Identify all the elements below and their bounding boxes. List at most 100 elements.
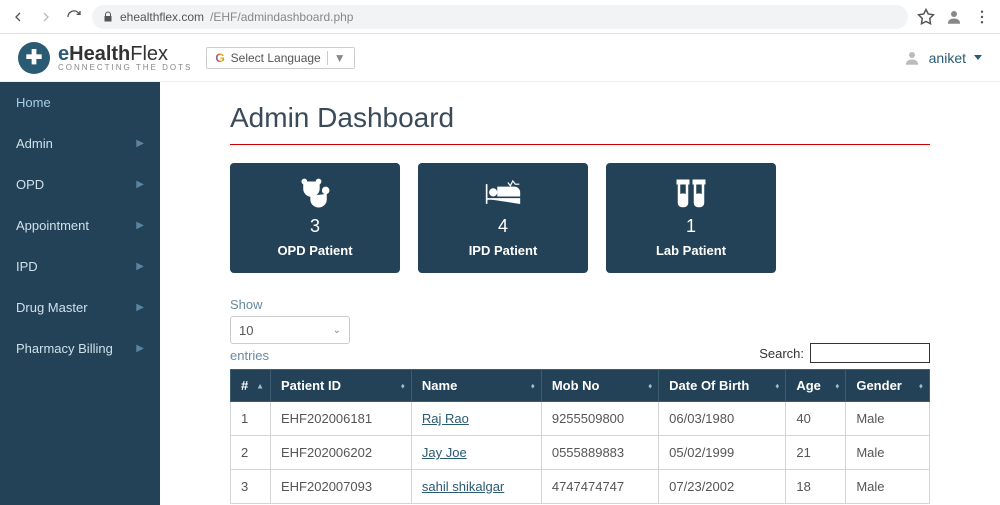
show-label: Show bbox=[230, 297, 350, 312]
sidebar-item-label: Pharmacy Billing bbox=[16, 341, 113, 356]
chevron-right-icon: ▶ bbox=[136, 302, 144, 313]
patient-link[interactable]: Jay Joe bbox=[422, 445, 467, 460]
page-title: Admin Dashboard bbox=[230, 102, 930, 134]
cell-mob: 0555889883 bbox=[541, 436, 658, 470]
col-mob[interactable]: Mob No♦ bbox=[541, 370, 658, 402]
cell-dob: 05/02/1999 bbox=[659, 436, 786, 470]
col-num[interactable]: #▲ bbox=[231, 370, 271, 402]
col-gender[interactable]: Gender♦ bbox=[846, 370, 930, 402]
brand-tagline: CONNECTING THE DOTS bbox=[58, 64, 192, 72]
sidebar-item-label: Appointment bbox=[16, 218, 89, 233]
card-count: 3 bbox=[310, 216, 320, 237]
app-header: ✚ eHealthFlex CONNECTING THE DOTS G Sele… bbox=[0, 34, 1000, 82]
sidebar-item-label: OPD bbox=[16, 177, 44, 192]
page-length-value: 10 bbox=[239, 323, 253, 338]
cell-dob: 06/03/1980 bbox=[659, 402, 786, 436]
cell-dob: 07/23/2002 bbox=[659, 470, 786, 504]
card-opd-patient[interactable]: 3 OPD Patient bbox=[230, 163, 400, 273]
cell-patient-id: EHF202006181 bbox=[271, 402, 412, 436]
stethoscope-icon bbox=[297, 178, 333, 210]
chevron-right-icon: ▶ bbox=[136, 179, 144, 190]
logo-mark-icon: ✚ bbox=[18, 42, 50, 74]
url-host: ehealthflex.com bbox=[120, 10, 204, 24]
search-input[interactable] bbox=[810, 343, 930, 363]
sidebar-item-pharmacy-billing[interactable]: Pharmacy Billing ▶ bbox=[0, 328, 160, 369]
back-button[interactable] bbox=[8, 7, 28, 27]
card-count: 4 bbox=[498, 216, 508, 237]
logo[interactable]: ✚ eHealthFlex CONNECTING THE DOTS bbox=[18, 42, 192, 74]
col-name[interactable]: Name♦ bbox=[411, 370, 541, 402]
cell-age: 18 bbox=[786, 470, 846, 504]
sidebar-item-home[interactable]: Home bbox=[0, 82, 160, 123]
col-dob[interactable]: Date Of Birth♦ bbox=[659, 370, 786, 402]
page-length-select[interactable]: 10 ⌄ bbox=[230, 316, 350, 344]
cell-name: sahil shikalgar bbox=[411, 470, 541, 504]
table-row: 2EHF202006202Jay Joe055588988305/02/1999… bbox=[231, 436, 930, 470]
cell-gender: Male bbox=[846, 402, 930, 436]
cell-gender: Male bbox=[846, 436, 930, 470]
search-label: Search: bbox=[759, 346, 804, 361]
cell-mob: 9255509800 bbox=[541, 402, 658, 436]
col-age[interactable]: Age♦ bbox=[786, 370, 846, 402]
stat-cards: 3 OPD Patient 4 IPD Patient 1 Lab Patien… bbox=[230, 163, 930, 273]
chevron-right-icon: ▶ bbox=[136, 138, 144, 149]
sidebar-item-opd[interactable]: OPD ▶ bbox=[0, 164, 160, 205]
chevron-right-icon: ▶ bbox=[136, 343, 144, 354]
sidebar: Home Admin ▶ OPD ▶ Appointment ▶ IPD ▶ D… bbox=[0, 82, 160, 505]
google-g-icon: G bbox=[215, 51, 224, 65]
language-label: Select Language bbox=[231, 51, 321, 65]
brand-text: eHealthFlex bbox=[58, 44, 192, 64]
main-content: Admin Dashboard 3 OPD Patient 4 IPD Pati… bbox=[160, 82, 1000, 505]
card-label: Lab Patient bbox=[656, 243, 726, 258]
sort-icon: ▲ bbox=[256, 381, 264, 390]
patient-link[interactable]: sahil shikalgar bbox=[422, 479, 504, 494]
table-controls: Show 10 ⌄ entries Search: bbox=[230, 297, 930, 363]
user-name: aniket bbox=[929, 50, 966, 66]
sort-icon: ♦ bbox=[648, 381, 652, 390]
chevron-right-icon: ▶ bbox=[136, 220, 144, 231]
cell-num: 1 bbox=[231, 402, 271, 436]
entries-label: entries bbox=[230, 348, 350, 363]
cell-age: 21 bbox=[786, 436, 846, 470]
avatar-icon bbox=[903, 49, 921, 67]
sidebar-item-admin[interactable]: Admin ▶ bbox=[0, 123, 160, 164]
card-lab-patient[interactable]: 1 Lab Patient bbox=[606, 163, 776, 273]
cell-gender: Male bbox=[846, 470, 930, 504]
cell-num: 3 bbox=[231, 470, 271, 504]
patient-link[interactable]: Raj Rao bbox=[422, 411, 469, 426]
sidebar-item-appointment[interactable]: Appointment ▶ bbox=[0, 205, 160, 246]
patients-table: #▲ Patient ID♦ Name♦ Mob No♦ Date Of Bir… bbox=[230, 369, 930, 504]
card-ipd-patient[interactable]: 4 IPD Patient bbox=[418, 163, 588, 273]
sidebar-item-drug-master[interactable]: Drug Master ▶ bbox=[0, 287, 160, 328]
sort-icon: ♦ bbox=[835, 381, 839, 390]
bookmark-star-icon[interactable] bbox=[916, 7, 936, 27]
sort-icon: ♦ bbox=[775, 381, 779, 390]
title-divider bbox=[230, 144, 930, 145]
lock-icon bbox=[102, 11, 114, 23]
col-patient-id[interactable]: Patient ID♦ bbox=[271, 370, 412, 402]
cell-name: Raj Rao bbox=[411, 402, 541, 436]
card-label: OPD Patient bbox=[277, 243, 352, 258]
profile-icon[interactable] bbox=[944, 7, 964, 27]
address-bar[interactable]: ehealthflex.com/EHF/admindashboard.php bbox=[92, 5, 908, 29]
cell-patient-id: EHF202006202 bbox=[271, 436, 412, 470]
browser-toolbar: ehealthflex.com/EHF/admindashboard.php bbox=[0, 0, 1000, 34]
reload-button[interactable] bbox=[64, 7, 84, 27]
card-count: 1 bbox=[686, 216, 696, 237]
cell-mob: 4747474747 bbox=[541, 470, 658, 504]
kebab-menu-icon[interactable] bbox=[972, 7, 992, 27]
cell-patient-id: EHF202007093 bbox=[271, 470, 412, 504]
language-selector[interactable]: G Select Language ▼ bbox=[206, 47, 354, 69]
table-row: 3EHF202007093 sahil shikalgar 474747474707… bbox=[231, 470, 930, 504]
sidebar-item-ipd[interactable]: IPD ▶ bbox=[0, 246, 160, 287]
card-label: IPD Patient bbox=[469, 243, 538, 258]
sidebar-item-label: Home bbox=[16, 95, 51, 110]
cell-age: 40 bbox=[786, 402, 846, 436]
chevron-right-icon: ▶ bbox=[136, 261, 144, 272]
sort-icon: ♦ bbox=[919, 381, 923, 390]
forward-button[interactable] bbox=[36, 7, 56, 27]
cell-name: Jay Joe bbox=[411, 436, 541, 470]
caret-down-icon bbox=[974, 55, 982, 60]
user-menu[interactable]: aniket bbox=[903, 49, 982, 67]
sort-icon: ♦ bbox=[531, 381, 535, 390]
